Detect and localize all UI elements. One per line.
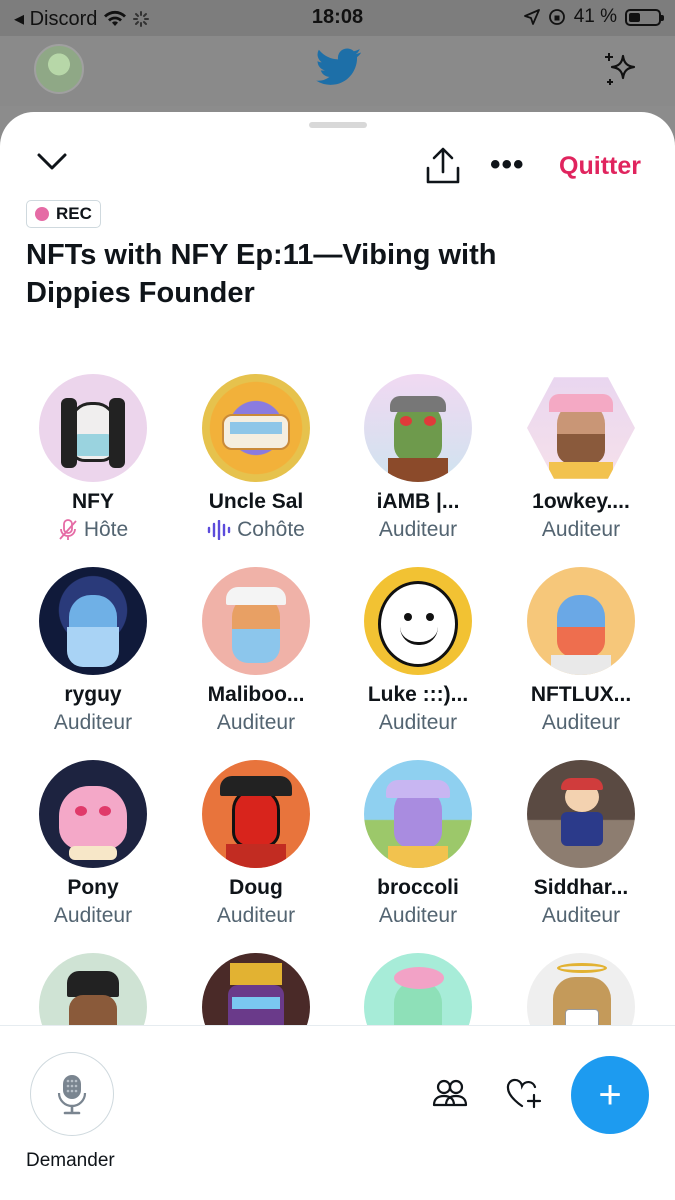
orientation-lock-icon (548, 9, 565, 25)
avatar (202, 760, 310, 868)
avatar (202, 374, 310, 482)
participant[interactable] (181, 953, 331, 1027)
battery-percent: 41 % (573, 6, 617, 27)
participant[interactable]: NFY Hôte (18, 374, 168, 542)
participant-name: NFTLUX... (530, 683, 632, 706)
rec-badge: REC (26, 200, 101, 228)
participant[interactable] (506, 953, 656, 1027)
participant-role: Cohôte (181, 518, 331, 542)
people-icon[interactable] (432, 1078, 468, 1108)
participant[interactable]: NFTLUX... Auditeur (506, 567, 656, 735)
avatar (364, 374, 472, 482)
participant-role: Auditeur (53, 904, 133, 927)
participants-grid: NFY Hôte Uncle Sal Cohôte iAMB |... Audi… (0, 372, 675, 1027)
location-icon (523, 9, 540, 25)
avatar (364, 567, 472, 675)
participant-name: 1owkey.... (532, 490, 630, 513)
twitter-bird-icon (316, 48, 362, 85)
participant-role: Auditeur (53, 711, 133, 734)
share-icon[interactable] (424, 146, 462, 186)
participant-name: ryguy (64, 683, 122, 706)
avatar (39, 953, 147, 1027)
speaking-icon (207, 520, 231, 540)
participant-name: Luke :::)... (367, 683, 469, 706)
participant-name: Maliboo... (207, 683, 305, 706)
participant-role: Auditeur (378, 711, 458, 734)
participant-name: iAMB |... (376, 490, 460, 513)
participant-name: Doug (229, 876, 283, 899)
participant-role: Auditeur (541, 904, 621, 927)
avatar (527, 760, 635, 868)
add-button[interactable]: + (571, 1056, 649, 1134)
participant-role: Auditeur (216, 711, 296, 734)
avatar (202, 953, 310, 1027)
participant-role: Auditeur (378, 518, 458, 541)
participant-role: Auditeur (378, 904, 458, 927)
participant[interactable]: ryguy Auditeur (18, 567, 168, 735)
participant[interactable]: iAMB |... Auditeur (343, 374, 493, 542)
space-title: NFTs with NFY Ep:11—Vibing with Dippies … (26, 239, 497, 309)
participant-role: Hôte (18, 518, 168, 542)
participant-name: NFY (72, 490, 114, 513)
request-label: Demander (26, 1150, 115, 1171)
avatar (39, 374, 147, 482)
participant[interactable]: Maliboo... Auditeur (181, 567, 331, 735)
participant-role: Auditeur (541, 518, 621, 541)
rec-dot-icon (35, 207, 49, 221)
heart-plus-icon[interactable] (506, 1078, 542, 1110)
avatar (527, 953, 635, 1027)
space-toolbar: ••• Quitter (0, 142, 675, 190)
request-mic-button[interactable] (30, 1052, 114, 1136)
status-bar: ◂ Discord 18:08 41 % (0, 0, 675, 36)
quit-button[interactable]: Quitter (559, 152, 641, 181)
app-header (0, 36, 675, 106)
mic-off-icon (59, 519, 77, 540)
participant[interactable]: Uncle Sal Cohôte (181, 374, 331, 542)
participant[interactable]: Pony Auditeur (18, 760, 168, 928)
battery-icon (625, 8, 664, 26)
participant[interactable] (343, 953, 493, 1027)
microphone-icon (57, 1075, 87, 1115)
participant[interactable]: 1owkey.... Auditeur (506, 374, 656, 542)
participant-name: Uncle Sal (208, 490, 304, 513)
avatar (39, 760, 147, 868)
participant[interactable]: Doug Auditeur (181, 760, 331, 928)
space-sheet: ••• Quitter REC NFTs with NFY Ep:11—Vibi… (0, 112, 675, 1200)
chevron-down-icon[interactable] (36, 152, 68, 172)
participant[interactable]: broccoli Auditeur (343, 760, 493, 928)
profile-avatar[interactable] (34, 44, 84, 94)
participant-name: broccoli (377, 876, 459, 899)
participant[interactable]: Luke :::)... Auditeur (343, 567, 493, 735)
avatar (364, 760, 472, 868)
avatar (527, 377, 635, 479)
status-right: 41 % (523, 6, 664, 28)
rec-label: REC (56, 204, 92, 223)
avatar (39, 567, 147, 675)
sheet-grabber[interactable] (309, 122, 367, 128)
participant[interactable]: Siddhar... Auditeur (506, 760, 656, 928)
sparkle-icon[interactable] (601, 50, 641, 90)
avatar (202, 567, 310, 675)
participant-name: Pony (67, 876, 119, 899)
participant-role: Auditeur (541, 711, 621, 734)
participant[interactable] (18, 953, 168, 1027)
bottom-toolbar: Demander + (0, 1025, 675, 1200)
battery-level (629, 12, 641, 22)
avatar (364, 953, 472, 1027)
participant-role: Auditeur (216, 904, 296, 927)
more-options-icon[interactable]: ••• (490, 148, 525, 182)
participant-name: Siddhar... (533, 876, 629, 899)
avatar (527, 567, 635, 675)
